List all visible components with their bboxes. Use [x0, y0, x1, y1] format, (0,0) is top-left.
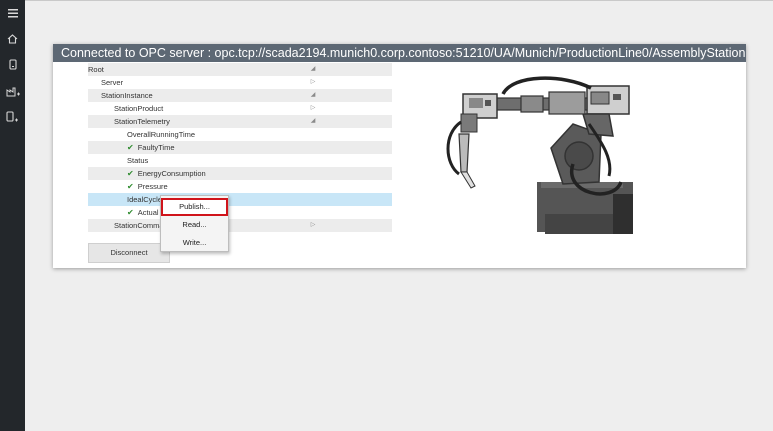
add-factory-button[interactable] [0, 80, 25, 102]
menu-item-read[interactable]: Read... [161, 216, 228, 234]
device-add-icon [6, 111, 18, 122]
tree-node[interactable]: StationInstance ◢ [88, 89, 392, 102]
tree-node-text: Server [101, 78, 124, 87]
collapsed-arrow-icon[interactable]: ▷ [309, 76, 317, 89]
tree-node[interactable]: Server ▷ [88, 76, 392, 89]
tree-node-label: ✔ EnergyConsumption [127, 167, 206, 180]
tree-node[interactable]: Status [88, 154, 392, 167]
tree-node-label: ✔ Actual [127, 206, 159, 219]
expanded-arrow-icon[interactable]: ◢ [309, 89, 317, 102]
tree-node-label: OverallRunningTime [127, 128, 195, 141]
top-border [25, 0, 773, 1]
tree-node[interactable]: StationComma ▷ [88, 219, 392, 232]
tree-node-text: Pressure [137, 182, 168, 191]
tree-node-label: StationProduct [114, 102, 163, 115]
tree-node-label: StationComma [114, 219, 164, 232]
home-button[interactable] [0, 28, 25, 50]
tree-node-text: StationInstance [101, 91, 153, 100]
tree-node[interactable]: OverallRunningTime [88, 128, 392, 141]
tree-node[interactable]: StationProduct ▷ [88, 102, 392, 115]
tree-node[interactable]: IdealCycleTi [88, 193, 392, 206]
tree-node-text: StationProduct [114, 104, 164, 113]
tree-node[interactable]: Root ◢ [88, 63, 392, 76]
connection-header: Connected to OPC server : opc.tcp://scad… [53, 44, 746, 62]
tree-node-label: ✔ Pressure [127, 180, 168, 193]
sidebar [0, 0, 25, 431]
tree-node-text: Status [127, 156, 149, 165]
device-icon [8, 58, 17, 70]
collapsed-arrow-icon[interactable]: ▷ [309, 102, 317, 115]
tree-node-text: EnergyConsumption [137, 169, 206, 178]
menu-item-publish[interactable]: Publish... [161, 198, 228, 216]
robot-arm-image [413, 64, 674, 235]
add-device-button[interactable] [0, 106, 25, 128]
collapsed-arrow-icon[interactable]: ▷ [309, 219, 317, 232]
hamburger-menu-icon [7, 8, 18, 17]
tree-node-label: Root [88, 63, 104, 76]
expanded-arrow-icon[interactable]: ◢ [309, 63, 317, 76]
tree-node-text: StationTelemetry [114, 117, 170, 126]
tree-node-text: StationComma [114, 221, 164, 230]
tree-node[interactable]: ✔ Actual [88, 206, 392, 219]
tree-node[interactable]: ✔ Pressure [88, 180, 392, 193]
device-button[interactable] [0, 53, 25, 75]
tree-node-text: Actual [137, 208, 159, 217]
tree-node[interactable]: StationTelemetry ◢ [88, 115, 392, 128]
check-icon: ✔ [127, 169, 134, 178]
expanded-arrow-icon[interactable]: ◢ [309, 115, 317, 128]
tree-node-text: OverallRunningTime [127, 130, 196, 139]
tree-node-text: Root [88, 65, 104, 74]
menu-button[interactable] [0, 2, 25, 24]
check-icon: ✔ [127, 143, 134, 152]
tree-node[interactable]: ✔ FaultyTime [88, 141, 392, 154]
tree-node-label: Status [127, 154, 148, 167]
menu-item-write[interactable]: Write... [161, 234, 228, 252]
check-icon: ✔ [127, 182, 134, 191]
opc-connection-panel: Connected to OPC server : opc.tcp://scad… [53, 44, 746, 268]
tree-node-label: ✔ FaultyTime [127, 141, 175, 154]
tree-node-label: StationInstance [101, 89, 153, 102]
tree-node-label: Server [101, 76, 123, 89]
disconnect-button[interactable]: Disconnect [88, 243, 170, 263]
tree-node[interactable]: ✔ EnergyConsumption [88, 167, 392, 180]
home-icon [7, 34, 18, 44]
tree-node-label: StationTelemetry [114, 115, 170, 128]
tree-node-text: FaultyTime [137, 143, 175, 152]
check-icon: ✔ [127, 208, 134, 217]
context-menu: Publish... Read... Write... [160, 195, 229, 252]
factory-add-icon [6, 87, 20, 96]
